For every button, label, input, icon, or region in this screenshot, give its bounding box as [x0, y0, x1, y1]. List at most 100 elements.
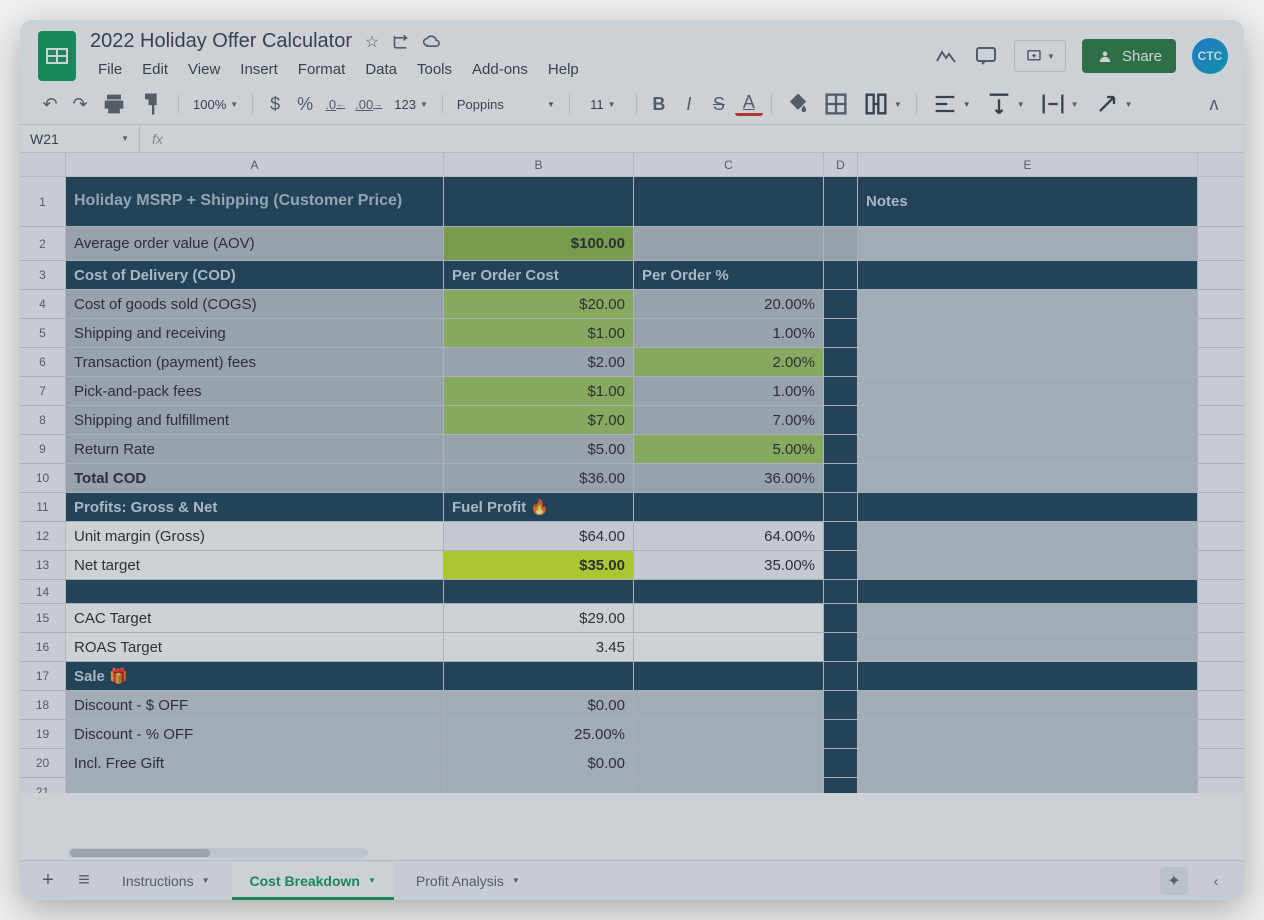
col-header-b[interactable]: B: [444, 153, 634, 176]
cell[interactable]: Per Order %: [634, 261, 824, 289]
halign-button[interactable]: ▼: [925, 90, 977, 118]
cell[interactable]: [824, 377, 858, 405]
cell[interactable]: [824, 778, 858, 793]
wrap-button[interactable]: ▼: [1033, 90, 1085, 118]
menu-insert[interactable]: Insert: [232, 57, 286, 82]
cell[interactable]: [858, 377, 1198, 405]
cell[interactable]: 1.00%: [634, 319, 824, 347]
cell[interactable]: Notes: [858, 177, 1198, 226]
cell[interactable]: $100.00: [444, 227, 634, 260]
row-header[interactable]: 10: [20, 464, 66, 492]
present-button[interactable]: ▼: [1014, 40, 1066, 72]
cell[interactable]: [858, 348, 1198, 376]
select-all-corner[interactable]: [20, 153, 66, 176]
cell[interactable]: $1.00: [444, 319, 634, 347]
cell[interactable]: [824, 227, 858, 260]
share-button[interactable]: Share: [1082, 39, 1176, 73]
cell[interactable]: [824, 691, 858, 719]
redo-icon[interactable]: ↷: [66, 90, 94, 118]
col-header-a[interactable]: A: [66, 153, 444, 176]
row-header[interactable]: 3: [20, 261, 66, 289]
cell[interactable]: Total COD: [66, 464, 444, 492]
cell[interactable]: [824, 464, 858, 492]
undo-icon[interactable]: ↶: [36, 90, 64, 118]
cell[interactable]: [66, 778, 444, 793]
italic-button[interactable]: I: [675, 90, 703, 118]
paint-format-icon[interactable]: [134, 90, 170, 118]
cell[interactable]: Discount - $ OFF: [66, 691, 444, 719]
cell[interactable]: [824, 604, 858, 632]
row-header[interactable]: 13: [20, 551, 66, 579]
menu-addons[interactable]: Add-ons: [464, 57, 536, 82]
cell[interactable]: Shipping and fulfillment: [66, 406, 444, 434]
cell[interactable]: 20.00%: [634, 290, 824, 318]
all-sheets-button[interactable]: ≡: [68, 865, 100, 897]
cell[interactable]: [858, 493, 1198, 521]
cell[interactable]: Fuel Profit 🔥: [444, 493, 634, 521]
cell[interactable]: 5.00%: [634, 435, 824, 463]
tab-profit-analysis[interactable]: Profit Analysis▼: [398, 862, 538, 900]
cell[interactable]: Transaction (payment) fees: [66, 348, 444, 376]
cell[interactable]: [858, 464, 1198, 492]
cell[interactable]: $29.00: [444, 604, 634, 632]
menu-data[interactable]: Data: [357, 57, 405, 82]
cell[interactable]: [824, 633, 858, 661]
cell[interactable]: $0.00: [444, 749, 634, 777]
valign-button[interactable]: ▼: [979, 90, 1031, 118]
row-header[interactable]: 18: [20, 691, 66, 719]
cell[interactable]: Discount - % OFF: [66, 720, 444, 748]
menu-file[interactable]: File: [90, 57, 130, 82]
cell[interactable]: [858, 633, 1198, 661]
text-color-button[interactable]: A: [735, 92, 763, 116]
cell[interactable]: 3.45: [444, 633, 634, 661]
row-header[interactable]: 9: [20, 435, 66, 463]
cell[interactable]: ROAS Target: [66, 633, 444, 661]
cell[interactable]: [634, 580, 824, 603]
row-header[interactable]: 6: [20, 348, 66, 376]
move-icon[interactable]: [392, 32, 412, 52]
cell[interactable]: [634, 633, 824, 661]
cell[interactable]: [824, 177, 858, 226]
cell[interactable]: [858, 604, 1198, 632]
row-header[interactable]: 16: [20, 633, 66, 661]
cell[interactable]: [858, 522, 1198, 550]
row-header[interactable]: 7: [20, 377, 66, 405]
bold-button[interactable]: B: [645, 90, 673, 118]
fontsize-dropdown[interactable]: 11▼: [578, 90, 628, 118]
col-header-e[interactable]: E: [858, 153, 1198, 176]
rotate-button[interactable]: ▼: [1087, 90, 1139, 118]
row-header[interactable]: 12: [20, 522, 66, 550]
cell[interactable]: [824, 290, 858, 318]
cell[interactable]: 36.00%: [634, 464, 824, 492]
cell[interactable]: [634, 720, 824, 748]
cell[interactable]: [824, 493, 858, 521]
cell[interactable]: [858, 227, 1198, 260]
cell[interactable]: Shipping and receiving: [66, 319, 444, 347]
print-icon[interactable]: [96, 90, 132, 118]
cell[interactable]: [66, 580, 444, 603]
cell[interactable]: Profits: Gross & Net: [66, 493, 444, 521]
cell[interactable]: [858, 319, 1198, 347]
menu-format[interactable]: Format: [290, 57, 354, 82]
row-header[interactable]: 1: [20, 177, 66, 226]
cell[interactable]: [634, 691, 824, 719]
explore-button[interactable]: ✦: [1160, 867, 1188, 895]
cell[interactable]: [858, 778, 1198, 793]
cell[interactable]: [858, 261, 1198, 289]
cell[interactable]: 7.00%: [634, 406, 824, 434]
tab-instructions[interactable]: Instructions▼: [104, 862, 228, 900]
tab-scroll-left-icon[interactable]: ‹: [1200, 865, 1232, 897]
cell[interactable]: [824, 522, 858, 550]
cloud-icon[interactable]: [422, 32, 442, 52]
cell[interactable]: [824, 406, 858, 434]
number-format-dropdown[interactable]: 123▼: [388, 90, 434, 118]
menu-tools[interactable]: Tools: [409, 57, 460, 82]
cell[interactable]: Average order value (AOV): [66, 227, 444, 260]
cell[interactable]: [824, 261, 858, 289]
cell[interactable]: [858, 406, 1198, 434]
cell[interactable]: $36.00: [444, 464, 634, 492]
cell[interactable]: [858, 290, 1198, 318]
cell[interactable]: $7.00: [444, 406, 634, 434]
decrease-decimal-button[interactable]: .0←: [321, 90, 349, 118]
cell[interactable]: $5.00: [444, 435, 634, 463]
